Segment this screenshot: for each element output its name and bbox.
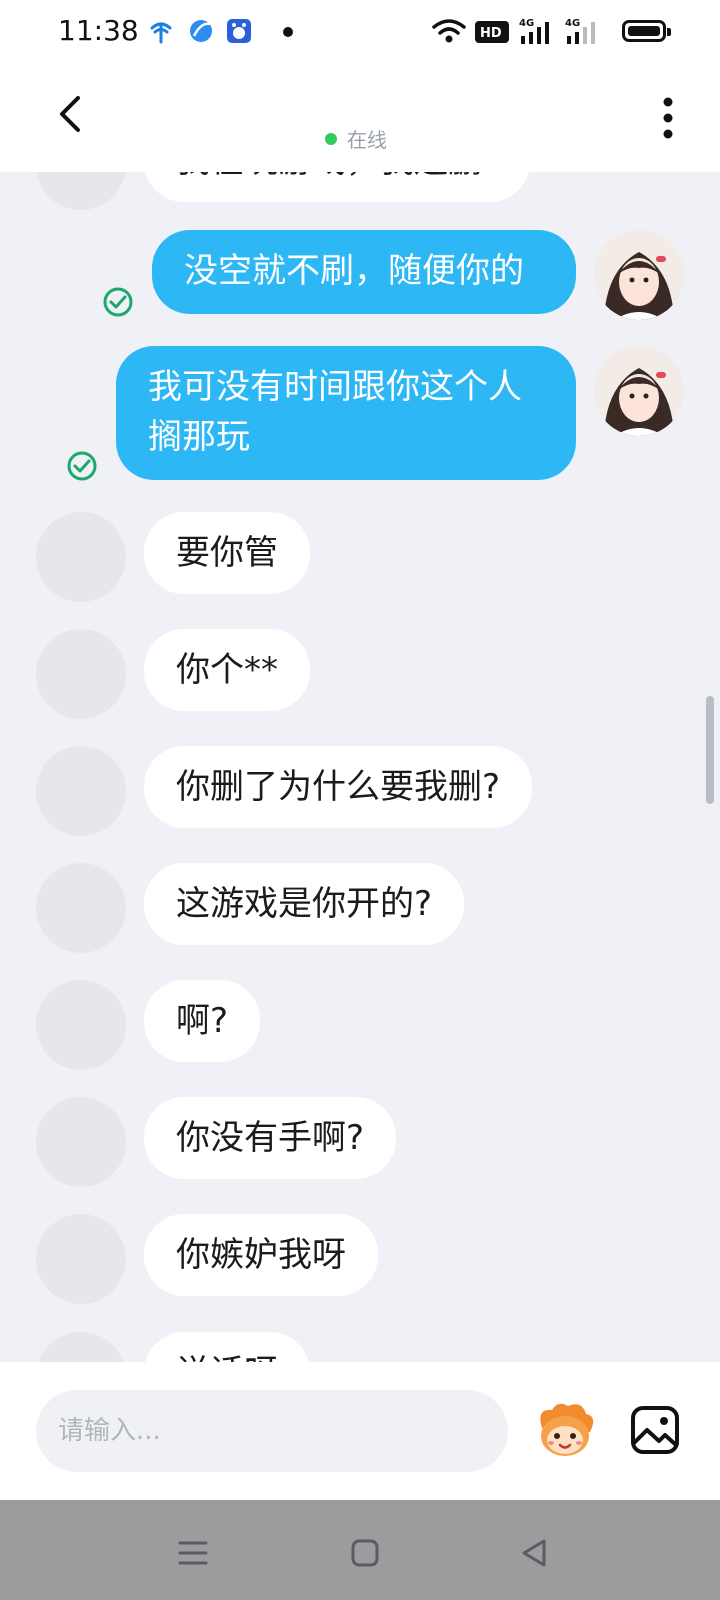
contact-avatar[interactable] <box>36 863 126 953</box>
contact-avatar[interactable] <box>36 1097 126 1187</box>
contact-avatar[interactable] <box>36 629 126 719</box>
contact-avatar[interactable] <box>36 1214 126 1304</box>
nav-back-icon[interactable] <box>518 1536 552 1570</box>
contact-avatar[interactable] <box>36 980 126 1070</box>
read-check-icon <box>103 287 133 317</box>
input-bar <box>0 1362 720 1500</box>
system-nav-bar <box>0 1500 720 1600</box>
baidu-icon <box>227 19 251 43</box>
emoji-mascot-icon[interactable] <box>530 1398 600 1460</box>
contact-avatar[interactable] <box>36 746 126 836</box>
chat-scrollbar[interactable] <box>706 696 714 804</box>
message-bubble[interactable]: 你个** <box>144 629 310 711</box>
signal-4g-icon-1: 4G <box>519 18 549 44</box>
message-bubble[interactable]: 我在玩游戏，我还删 <box>144 172 530 202</box>
my-avatar[interactable] <box>594 230 684 320</box>
contact-avatar[interactable] <box>36 172 126 210</box>
contact-avatar[interactable] <box>36 512 126 602</box>
nav-home-icon[interactable] <box>348 1536 382 1570</box>
wifi-icon <box>432 19 466 43</box>
battery-icon <box>622 20 671 42</box>
message-bubble[interactable]: 啊? <box>144 980 261 1062</box>
read-check-icon <box>67 451 97 481</box>
svg-text:4G: 4G <box>565 18 580 29</box>
my-avatar[interactable] <box>594 346 684 436</box>
chat-message-list[interactable]: 我在玩游戏，我还删 没空就不刷，随便你的 我可没有时间跟你这个人搁那玩 <box>0 172 720 1362</box>
browser-icon <box>190 20 212 42</box>
status-bar: 11:38 HD 4G 4G <box>0 0 720 64</box>
message-bubble[interactable]: 说话呀 <box>144 1332 310 1362</box>
signal-4g-icon-2: 4G <box>565 18 595 44</box>
svg-text:4G: 4G <box>519 18 534 29</box>
status-time: 11:38 <box>58 14 139 47</box>
chat-header: 在线 <box>0 64 720 172</box>
message-input[interactable] <box>36 1390 508 1472</box>
message-bubble[interactable]: 没空就不刷，随便你的 <box>152 230 576 314</box>
image-icon[interactable] <box>630 1405 680 1455</box>
message-bubble[interactable]: 这游戏是你开的? <box>144 863 465 945</box>
online-dot <box>325 133 337 145</box>
message-bubble[interactable]: 我可没有时间跟你这个人搁那玩 <box>116 346 576 480</box>
message-bubble[interactable]: 要你管 <box>144 512 310 594</box>
back-arrow-icon[interactable] <box>50 92 94 136</box>
svg-text:HD: HD <box>480 26 502 41</box>
notification-dot <box>283 27 293 37</box>
telecom-icon <box>150 22 172 44</box>
message-bubble[interactable]: 你没有手啊? <box>144 1097 397 1179</box>
nav-menu-icon[interactable] <box>176 1536 210 1570</box>
online-status-text: 在线 <box>347 128 387 152</box>
online-status: 在线 <box>325 124 387 153</box>
contact-avatar[interactable] <box>36 1332 126 1362</box>
message-bubble[interactable]: 你嫉妒我呀 <box>144 1214 378 1296</box>
message-bubble[interactable]: 你删了为什么要我删? <box>144 746 533 828</box>
more-vertical-icon[interactable] <box>656 96 680 140</box>
hd-icon: HD <box>475 21 509 43</box>
